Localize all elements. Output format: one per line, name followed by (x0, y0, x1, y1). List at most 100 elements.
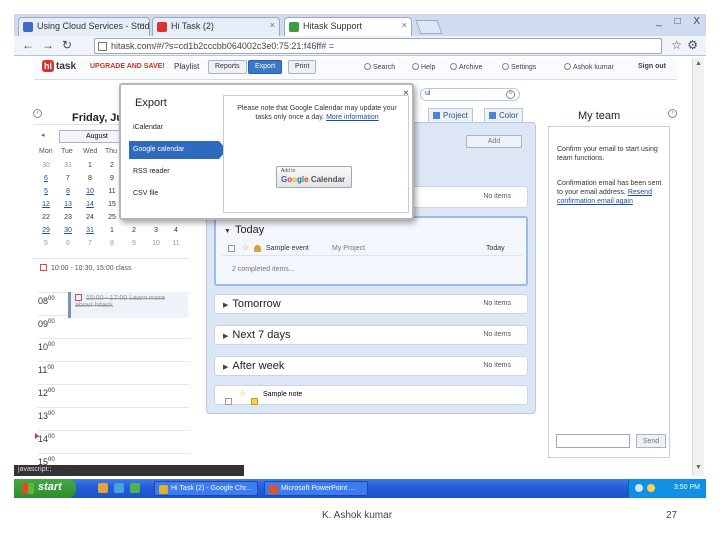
scroll-up-icon[interactable]: ▲ (695, 60, 702, 67)
section-after-week[interactable]: ▶ After week No items (214, 356, 528, 376)
calendar-day[interactable]: 5 (37, 240, 55, 247)
calendar-day[interactable]: 1 (103, 227, 121, 234)
calendar-day[interactable]: 22 (37, 214, 55, 221)
calendar-day[interactable]: 6 (37, 175, 55, 182)
quicklaunch-icon[interactable] (114, 483, 124, 493)
next-day-icon[interactable]: › (668, 109, 677, 118)
star-icon[interactable]: ☆ (242, 243, 249, 252)
close-tab-icon[interactable]: × (140, 20, 145, 30)
calendar-day[interactable]: 8 (59, 188, 77, 195)
calendar-day[interactable]: 8 (81, 175, 99, 182)
browser-tab-students[interactable]: Using Cloud Services - Student × (18, 17, 150, 36)
clear-search-icon[interactable]: × (506, 90, 515, 99)
calendar-day[interactable]: 1 (81, 162, 99, 169)
calendar-day[interactable]: 11 (167, 240, 185, 247)
hour-line[interactable] (38, 453, 190, 454)
calendar-day[interactable]: 9 (125, 240, 143, 247)
section-tomorrow[interactable]: ▶ Tomorrow No items (214, 294, 528, 314)
search-input[interactable]: ul (420, 88, 520, 101)
calendar-day[interactable]: 29 (37, 227, 55, 234)
close-window-icon[interactable]: X (693, 16, 700, 27)
calendar-day[interactable]: 7 (59, 175, 77, 182)
page-scrollbar[interactable]: ▲ ▼ (692, 58, 704, 476)
calendar-day[interactable]: 3 (147, 227, 165, 234)
browser-tab-support[interactable]: Hitask Support × (284, 17, 412, 36)
hour-line[interactable] (38, 338, 190, 339)
search-link[interactable]: Search (364, 63, 395, 71)
prev-month-icon[interactable]: ◂ (41, 131, 45, 139)
settings-link[interactable]: Settings (502, 63, 536, 71)
tab-color[interactable]: Color (484, 108, 524, 123)
print-button[interactable]: Print (288, 60, 317, 74)
calendar-day[interactable]: 6 (59, 240, 77, 247)
note-checkbox[interactable] (225, 391, 236, 409)
calendar-day[interactable]: 5 (37, 188, 55, 195)
close-tab-icon[interactable]: × (270, 20, 275, 30)
help-link[interactable]: Help (412, 63, 435, 71)
star-icon[interactable]: ☆ (239, 389, 246, 398)
section-next-7-days[interactable]: ▶ Next 7 days No items (214, 325, 528, 345)
calendar-day[interactable]: 14 (81, 201, 99, 208)
calendar-day[interactable]: 30 (59, 227, 77, 234)
close-tab-icon[interactable]: × (402, 20, 407, 30)
reports-button[interactable]: Reports (208, 60, 247, 74)
wrench-icon[interactable]: ⚙ (687, 38, 698, 52)
new-tab-button[interactable] (415, 20, 443, 34)
hour-line[interactable] (38, 430, 190, 431)
section-today[interactable]: ▼ Today ☆ Sample event My Project Today 2… (214, 216, 528, 286)
forward-arrow-icon[interactable]: → (42, 38, 54, 52)
taskbar-item-powerpoint[interactable]: Microsoft PowerPoint ... (264, 481, 368, 496)
address-bar[interactable]: hitask.com/#/?s=cd1b2cccbb064002c3e0:75:… (94, 38, 662, 54)
expand-arrow-icon[interactable]: ▶ (223, 302, 228, 309)
browser-tab-hitask[interactable]: Hi Task (2) × (152, 17, 280, 36)
hour-line[interactable] (38, 384, 190, 385)
taskbar-item-chrome[interactable]: Hi Task (2) - Google Chr... (154, 481, 258, 496)
calendar-day[interactable]: 23 (59, 214, 77, 221)
hitask-logo[interactable]: hi task (42, 60, 76, 72)
start-button[interactable]: start (14, 479, 76, 498)
quicklaunch-icon[interactable] (130, 483, 140, 493)
calendar-day[interactable]: 7 (81, 240, 99, 247)
calendar-day[interactable]: 12 (37, 201, 55, 208)
task-row[interactable]: ☆ Sample event My Project Today (222, 242, 522, 256)
signout-link[interactable]: Sign out (638, 63, 666, 70)
export-item-rss[interactable]: RSS reader (129, 163, 219, 181)
calendar-day[interactable]: 31 (59, 162, 77, 169)
back-arrow-icon[interactable]: ← (22, 38, 34, 52)
expand-arrow-icon[interactable]: ▶ (223, 364, 228, 371)
upgrade-link[interactable]: UPGRADE AND SAVE! (90, 63, 165, 70)
reload-icon[interactable]: ↻ (62, 38, 72, 52)
export-button[interactable]: Export (248, 60, 283, 74)
tray-icon[interactable] (647, 484, 655, 492)
calendar-day[interactable]: 4 (167, 227, 185, 234)
calendar-day[interactable]: 2 (125, 227, 143, 234)
archive-link[interactable]: Archive (450, 63, 482, 71)
calendar-day[interactable]: 31 (81, 227, 99, 234)
calendar-event[interactable]: 15:00 - 17:00 Learn more about hitask (68, 292, 188, 318)
team-email-input[interactable] (556, 434, 630, 448)
export-item-csv[interactable]: CSV file (129, 185, 219, 203)
more-info-link[interactable]: More information (326, 114, 379, 121)
export-item-google-calendar[interactable]: Google calendar (129, 141, 227, 159)
send-button[interactable]: Send (636, 434, 666, 448)
playlist-link[interactable]: Playlist (174, 62, 199, 71)
tray-icon[interactable] (635, 484, 643, 492)
collapse-arrow-icon[interactable]: ▼ (224, 228, 231, 235)
user-link[interactable]: Ashok kumar (564, 63, 614, 71)
task-checkbox[interactable] (228, 245, 239, 253)
export-item-icalendar[interactable]: iCalendar (129, 119, 219, 137)
minimize-icon[interactable]: _ (656, 16, 662, 27)
scroll-down-icon[interactable]: ▼ (695, 464, 702, 471)
hour-line[interactable] (38, 361, 190, 362)
bookmark-star-icon[interactable]: ☆ (671, 38, 682, 52)
calendar-day[interactable]: 13 (59, 201, 77, 208)
calendar-day[interactable]: 10 (81, 188, 99, 195)
hour-line[interactable] (38, 407, 190, 408)
restore-icon[interactable]: □ (675, 16, 681, 27)
calendar-day[interactable]: 8 (103, 240, 121, 247)
note-row[interactable]: ☆ Sample note (214, 385, 528, 405)
calendar-day[interactable]: 24 (81, 214, 99, 221)
add-button[interactable]: Add (466, 135, 522, 148)
calendar-day[interactable]: 10 (147, 240, 165, 247)
prev-day-icon[interactable]: ‹ (33, 109, 42, 118)
